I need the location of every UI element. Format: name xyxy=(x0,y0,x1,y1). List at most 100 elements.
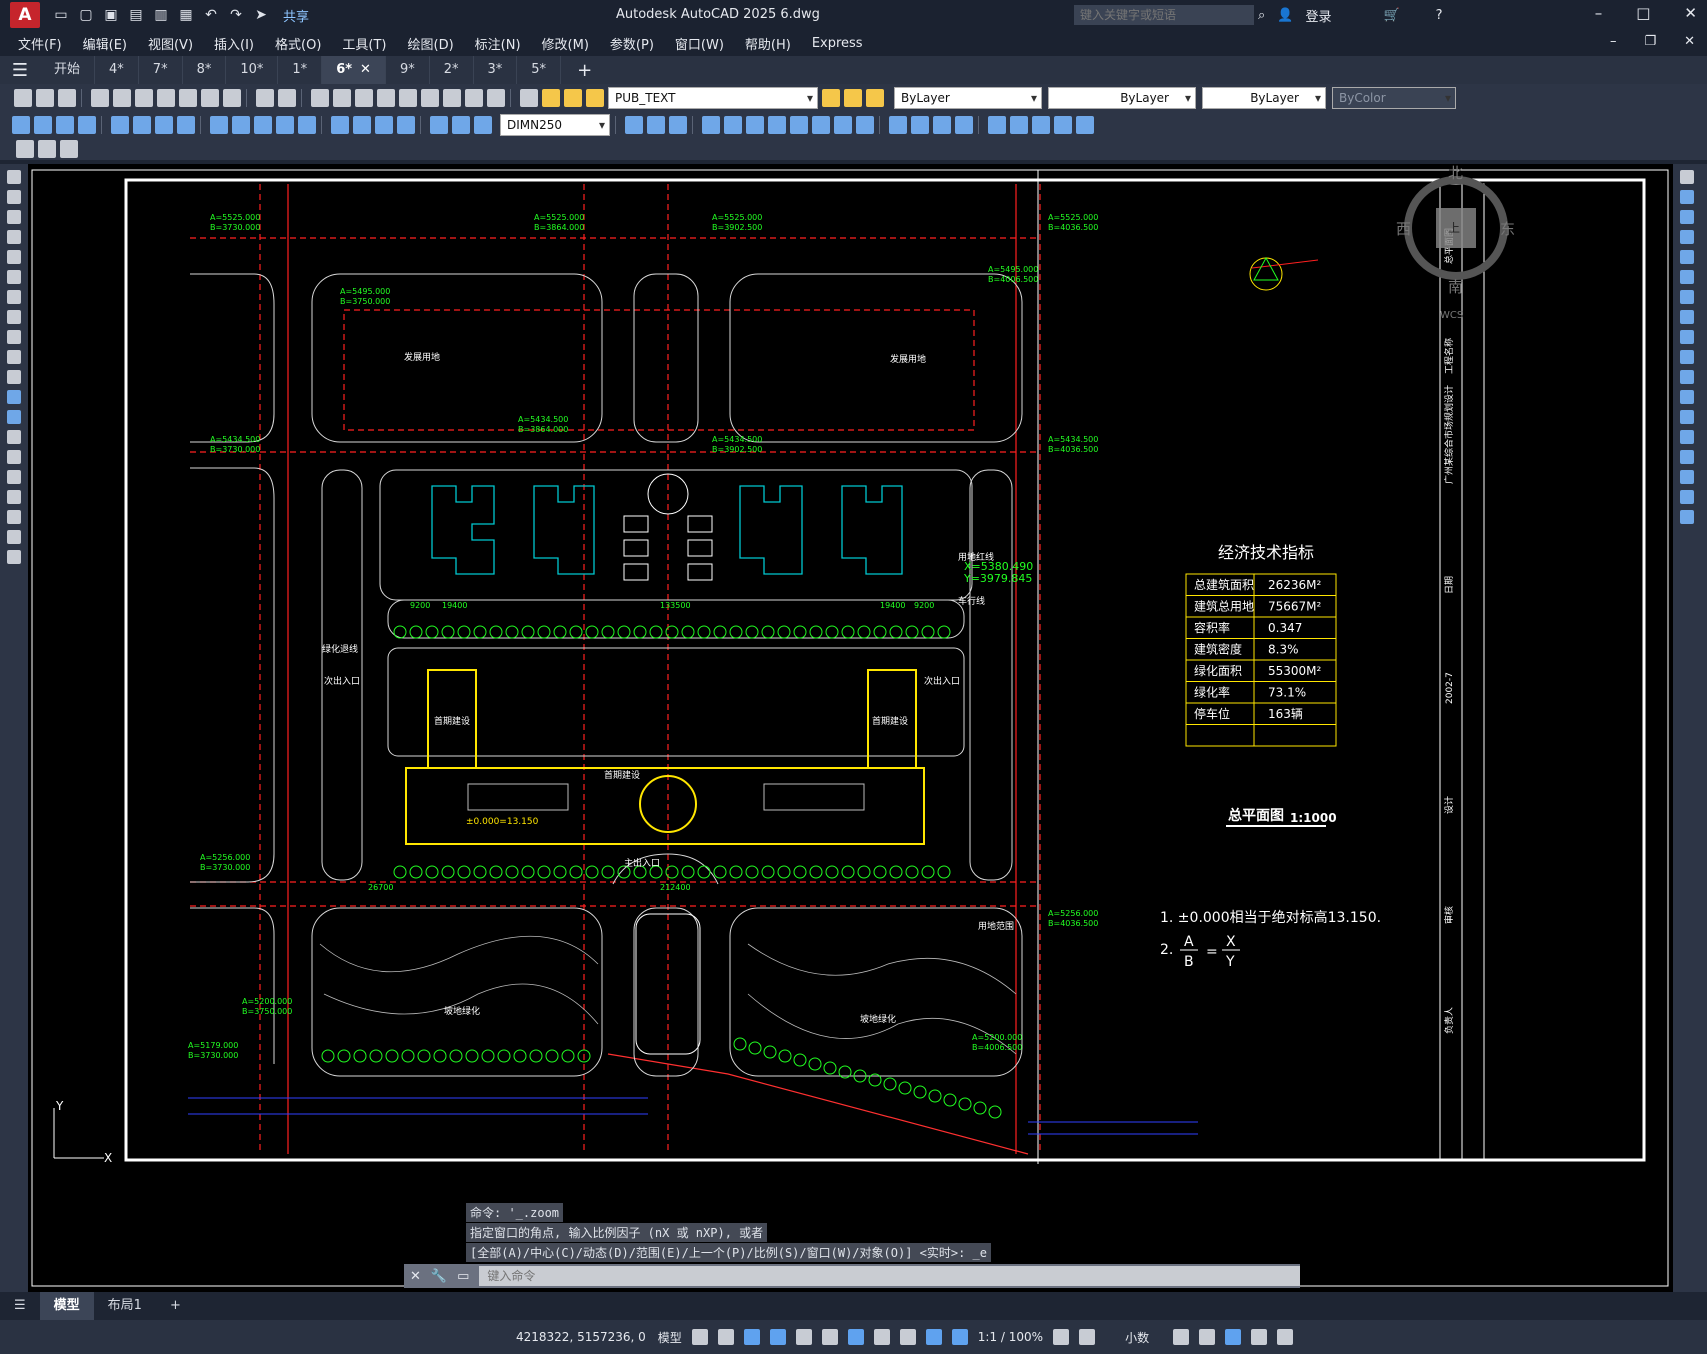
save-icon[interactable]: ▣ xyxy=(102,6,120,24)
chamfer-icon[interactable] xyxy=(1680,450,1694,464)
lineweight-dropdown[interactable]: ByLayer xyxy=(1202,87,1326,109)
polar-icon[interactable] xyxy=(795,1329,812,1345)
polygon-icon[interactable] xyxy=(7,230,21,244)
grid-icon[interactable] xyxy=(691,1329,708,1345)
bulb-icon[interactable] xyxy=(542,89,560,107)
break-object-icon[interactable] xyxy=(1680,410,1694,424)
doc-tab[interactable]: 7* xyxy=(139,56,183,84)
spline-icon[interactable] xyxy=(7,330,21,344)
mirror-icon[interactable] xyxy=(1680,210,1694,224)
plot-icon[interactable]: ▦ xyxy=(177,6,195,24)
drawing-canvas[interactable]: A=5525.000 B=3730.000 A=5525.000 B=3864.000… xyxy=(28,164,1673,1292)
layer-previous-icon[interactable] xyxy=(844,89,862,107)
tab-layout1[interactable]: 布局1 xyxy=(94,1292,156,1320)
offset-face-icon[interactable] xyxy=(1032,116,1050,134)
polyline-icon[interactable] xyxy=(7,210,21,224)
explode-icon[interactable] xyxy=(1680,510,1694,524)
zoom-icon[interactable] xyxy=(333,89,351,107)
jogged-linear-icon[interactable] xyxy=(397,116,415,134)
customize-icon[interactable] xyxy=(1277,1329,1294,1345)
search-icon[interactable]: ⌕ xyxy=(1258,8,1265,23)
make-current-icon[interactable] xyxy=(822,89,840,107)
rotate-face-icon[interactable] xyxy=(1076,116,1094,134)
restore-icon[interactable]: ❐ xyxy=(1644,34,1656,49)
offset-icon[interactable] xyxy=(1680,230,1694,244)
cursor-coordinates[interactable]: 4218322, 5157236, 0 xyxy=(516,1330,646,1344)
doc-tab[interactable]: 2* xyxy=(430,56,474,84)
sun-icon[interactable] xyxy=(564,89,582,107)
annotation-scale[interactable]: 1:1 / 100% xyxy=(978,1330,1043,1344)
ortho-icon[interactable] xyxy=(769,1329,786,1345)
menu-item[interactable]: 格式(O) xyxy=(275,34,321,53)
osnap-icon[interactable] xyxy=(847,1329,864,1345)
redo-icon[interactable] xyxy=(278,89,296,107)
menu-item[interactable]: 参数(P) xyxy=(610,34,654,53)
line-icon[interactable] xyxy=(7,170,21,184)
point-icon[interactable] xyxy=(7,430,21,444)
wedge-icon[interactable] xyxy=(647,116,665,134)
maximize-icon[interactable]: □ xyxy=(1636,4,1650,22)
selection-cycling-icon[interactable] xyxy=(899,1329,916,1345)
command-input[interactable] xyxy=(479,1266,1300,1286)
isodraft-icon[interactable] xyxy=(821,1329,838,1345)
menu-item[interactable]: 标注(N) xyxy=(475,34,521,53)
jogged-icon[interactable] xyxy=(133,116,151,134)
box-icon[interactable] xyxy=(625,116,643,134)
close-icon[interactable]: ✕ xyxy=(1684,34,1695,49)
arc-length-icon[interactable] xyxy=(56,116,74,134)
user-icon[interactable]: 👤 xyxy=(1277,8,1293,23)
menu-item[interactable]: 工具(T) xyxy=(342,34,386,53)
save-icon[interactable] xyxy=(58,89,76,107)
dim-update-icon[interactable] xyxy=(474,116,492,134)
scale-icon[interactable] xyxy=(1680,310,1694,324)
minimize-icon[interactable]: – xyxy=(1610,34,1617,49)
separate-icon[interactable] xyxy=(955,116,973,134)
hatch-icon[interactable] xyxy=(7,450,21,464)
fullscreen-icon[interactable] xyxy=(1251,1329,1268,1345)
make-block-icon[interactable] xyxy=(7,410,21,424)
blend-icon[interactable] xyxy=(1680,490,1694,504)
doc-tab[interactable]: 8* xyxy=(183,56,227,84)
close-icon[interactable]: ✕ xyxy=(1684,4,1697,22)
cut-icon[interactable] xyxy=(157,89,175,107)
viewcube[interactable]: 上 北 南 东 西 WCS xyxy=(1396,164,1515,321)
extrude-face-icon[interactable] xyxy=(988,116,1006,134)
menu-item[interactable]: 插入(I) xyxy=(214,34,254,53)
plotstyle-dropdown[interactable]: ByColor xyxy=(1332,87,1456,109)
menu-item[interactable]: 窗口(W) xyxy=(675,34,724,53)
paste-icon[interactable] xyxy=(201,89,219,107)
doc-tab[interactable]: 开始 xyxy=(40,56,96,84)
delete-face-icon[interactable] xyxy=(1054,116,1072,134)
model-space-button[interactable]: 模型 xyxy=(658,1329,682,1346)
rotate-icon[interactable] xyxy=(1680,290,1694,304)
calculator-icon[interactable] xyxy=(465,89,483,107)
slice-icon[interactable] xyxy=(746,116,764,134)
construction-line-icon[interactable] xyxy=(7,190,21,204)
inspect-icon[interactable] xyxy=(375,116,393,134)
dim-edit-icon[interactable] xyxy=(430,116,448,134)
dim-text-edit-icon[interactable] xyxy=(452,116,470,134)
interfere-icon[interactable] xyxy=(790,116,808,134)
share-button[interactable]: 共享 xyxy=(283,6,309,25)
continue-icon[interactable] xyxy=(254,116,272,134)
subtract-icon[interactable] xyxy=(856,116,874,134)
doc-tab[interactable]: 4* xyxy=(95,56,139,84)
layer-state-icon[interactable] xyxy=(866,89,884,107)
doc-tab[interactable]: 1* xyxy=(278,56,323,84)
pan-icon[interactable] xyxy=(311,89,329,107)
section-icon[interactable] xyxy=(768,116,786,134)
move-face-icon[interactable] xyxy=(1010,116,1028,134)
search-input[interactable] xyxy=(1074,5,1254,25)
gradient-icon[interactable] xyxy=(7,470,21,484)
gear-icon[interactable] xyxy=(1053,1329,1070,1345)
break-icon[interactable] xyxy=(298,116,316,134)
help-icon[interactable]: ? xyxy=(1436,8,1443,23)
add-layout-button[interactable]: + xyxy=(156,1292,195,1320)
setup-icon[interactable] xyxy=(812,116,830,134)
menu-item[interactable]: 绘图(D) xyxy=(408,34,454,53)
viewcube-west[interactable]: 西 xyxy=(1396,220,1411,238)
break-point-icon[interactable] xyxy=(1680,390,1694,404)
new-tab-button[interactable]: + xyxy=(561,60,608,81)
zoom-window-icon[interactable] xyxy=(355,89,373,107)
ucs-icon-toggle[interactable] xyxy=(925,1329,942,1345)
